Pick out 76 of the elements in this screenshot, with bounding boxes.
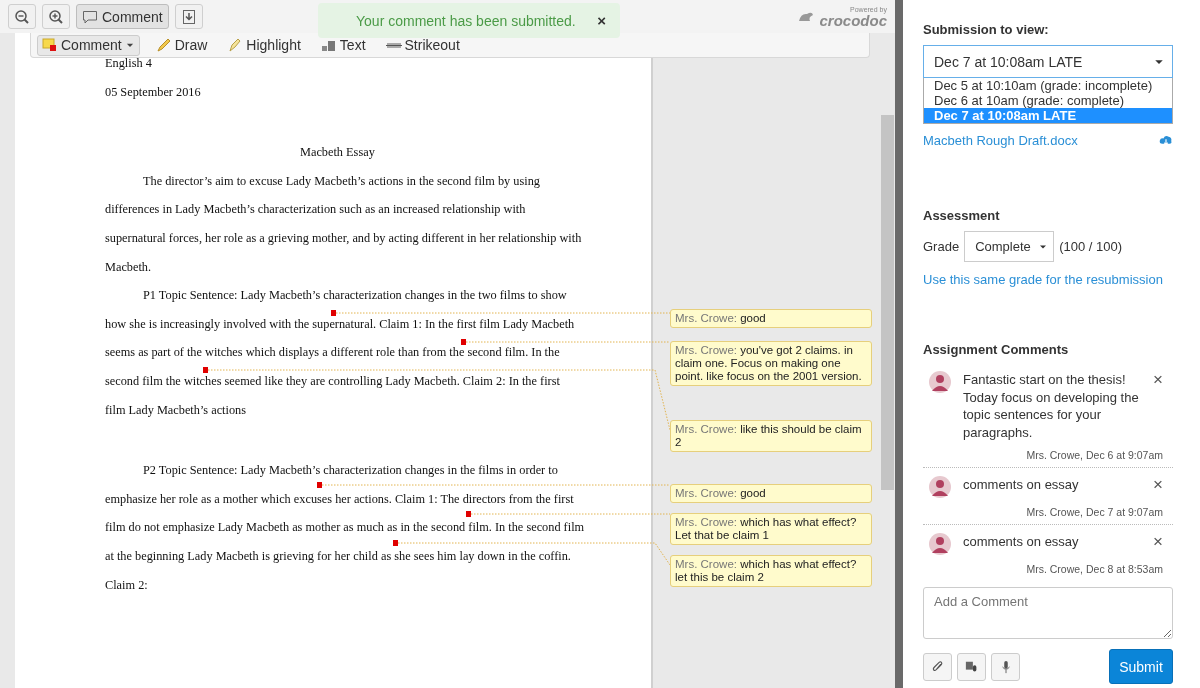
- comment-marker[interactable]: [461, 339, 466, 345]
- document-line: emphasize her role as a mother which excuses her actions. Claim 1: The directors from the first: [105, 491, 574, 506]
- annotation-note[interactable]: Mrs. Crowe: you've got 2 claims. in claim one. Focus on making one point. like focus on the 2001 version.: [670, 341, 872, 386]
- annotation-tool[interactable]: Strikeout: [381, 34, 464, 56]
- comment-text: comments on essay: [963, 533, 1080, 551]
- close-button[interactable]: ×: [597, 12, 606, 29]
- annotation-note[interactable]: Mrs. Crowe: good: [670, 309, 872, 328]
- comment-meta: Mrs. Crowe, Dec 7 at 9:07am: [1026, 506, 1163, 518]
- annotation-note[interactable]: Mrs. Crowe: good: [670, 484, 872, 503]
- speech-bubble-icon: [82, 8, 98, 25]
- delete-comment-button[interactable]: ×: [1153, 371, 1163, 388]
- document-line: film Lady Macbeth’s actions: [105, 402, 247, 417]
- toast-message: Your comment has been submitted.: [356, 12, 576, 29]
- grade-select[interactable]: Complete: [964, 231, 1055, 262]
- annotation-note[interactable]: Mrs. Crowe: which has what effect? Let that be claim 1: [670, 513, 872, 545]
- comment-input[interactable]: Add a Comment: [923, 587, 1173, 639]
- document-line: second film the witches seemed like they are controlling Lady Macbeth. Claim 2: In the first: [105, 373, 560, 388]
- brand-name: crocodoc: [819, 12, 887, 28]
- comments-heading: Assignment Comments: [923, 342, 1070, 357]
- avatar: [929, 476, 951, 498]
- annotation-note[interactable]: Mrs. Crowe: which has what effect? let this be claim 2: [670, 555, 872, 587]
- annotation-tool[interactable]: Draw: [151, 34, 212, 56]
- pencil-icon: [155, 37, 172, 53]
- media-icon: [964, 659, 979, 674]
- comment-marker[interactable]: [203, 367, 208, 373]
- grade-label: Grade: [923, 239, 960, 254]
- media-button[interactable]: [957, 652, 986, 681]
- document-line: P2 Topic Sentence: Lady Macbeth’s characterization changes in the films in order to: [143, 463, 558, 478]
- zoom-out-icon: [14, 8, 30, 25]
- comment-marker[interactable]: [317, 482, 322, 488]
- download-button[interactable]: [174, 4, 203, 29]
- submission-label: Submission to view:: [923, 22, 1050, 37]
- zoom-in-button[interactable]: [42, 4, 70, 29]
- avatar: [929, 371, 951, 393]
- document-line: differences in Lady Macbeth’s characterization such as an increased relationship with: [105, 202, 526, 217]
- delete-comment-button[interactable]: ×: [1153, 476, 1163, 493]
- comment-note-icon: [42, 37, 58, 53]
- comment-marker[interactable]: [393, 540, 398, 546]
- paperclip-icon: [930, 659, 945, 674]
- avatar: [929, 533, 951, 555]
- download-icon: [180, 8, 197, 25]
- document-line: Macbeth Essay: [300, 145, 375, 160]
- comment-marker[interactable]: [466, 511, 471, 517]
- zoom-in-icon: [48, 8, 64, 25]
- document-line: film do not emphasize Lady Macbeth as mother as much as in the second film. In the second film: [105, 520, 585, 535]
- document-line: seems as part of the witches which displays a different role than from the second film. In the: [105, 345, 560, 360]
- comment-meta: Mrs. Crowe, Dec 6 at 9:07am: [1026, 449, 1163, 461]
- annotation-tool[interactable]: Text: [316, 34, 370, 56]
- comment-meta: Mrs. Crowe, Dec 8 at 8:53am: [1026, 563, 1163, 575]
- score-text: (100 / 100): [1059, 239, 1122, 254]
- microphone-button[interactable]: [991, 652, 1020, 681]
- comment-marker[interactable]: [331, 310, 336, 316]
- delete-comment-button[interactable]: ×: [1153, 533, 1163, 550]
- document-line: Macbeth.: [105, 259, 152, 274]
- file-link[interactable]: Macbeth Rough Draft.docx: [923, 133, 1078, 148]
- reuse-grade-link[interactable]: Use this same grade for the resubmission: [923, 272, 1173, 287]
- annotation-note[interactable]: Mrs. Crowe: like this should be claim 2: [670, 420, 872, 452]
- document-line: P1 Topic Sentence: Lady Macbeth’s characterization changes in the two films to show: [143, 288, 567, 303]
- comment-text: Fantastic start on the thesis! Today focus on developing the topic sentences for your paragraphs.: [963, 371, 1140, 441]
- document-line: The director’s aim to excuse Lady Macbeth’s actions in the second film by using: [143, 173, 540, 188]
- document-line: Claim 2:: [105, 577, 148, 592]
- attach-button[interactable]: [923, 652, 952, 681]
- document-line: at the beginning Lady Macbeth is grieving for her child as she sees him lay down in the coffin.: [105, 548, 571, 563]
- document-line: supernatural forces, her role as a grieving mother, and by acting different in her relationship with: [105, 230, 582, 245]
- submission-select[interactable]: Dec 7 at 10:08am LATE: [923, 45, 1173, 78]
- document-line: English 4: [105, 56, 152, 70]
- submit-button[interactable]: Submit: [1109, 649, 1173, 684]
- zoom-out-button[interactable]: [8, 4, 36, 29]
- annotation-tool[interactable]: Highlight: [223, 34, 305, 56]
- comment-mode-button[interactable]: Comment: [76, 4, 169, 29]
- comment-text: comments on essay: [963, 476, 1080, 494]
- annotation-tool[interactable]: Comment: [37, 34, 140, 56]
- assessment-heading: Assessment: [923, 208, 1001, 223]
- scrollbar-thumb[interactable]: [881, 115, 894, 490]
- document-line: how she is increasingly involved with the supernatural. Claim 1: In the first film Lady Macbeth: [105, 316, 575, 331]
- document-line: 05 September 2016: [105, 84, 201, 99]
